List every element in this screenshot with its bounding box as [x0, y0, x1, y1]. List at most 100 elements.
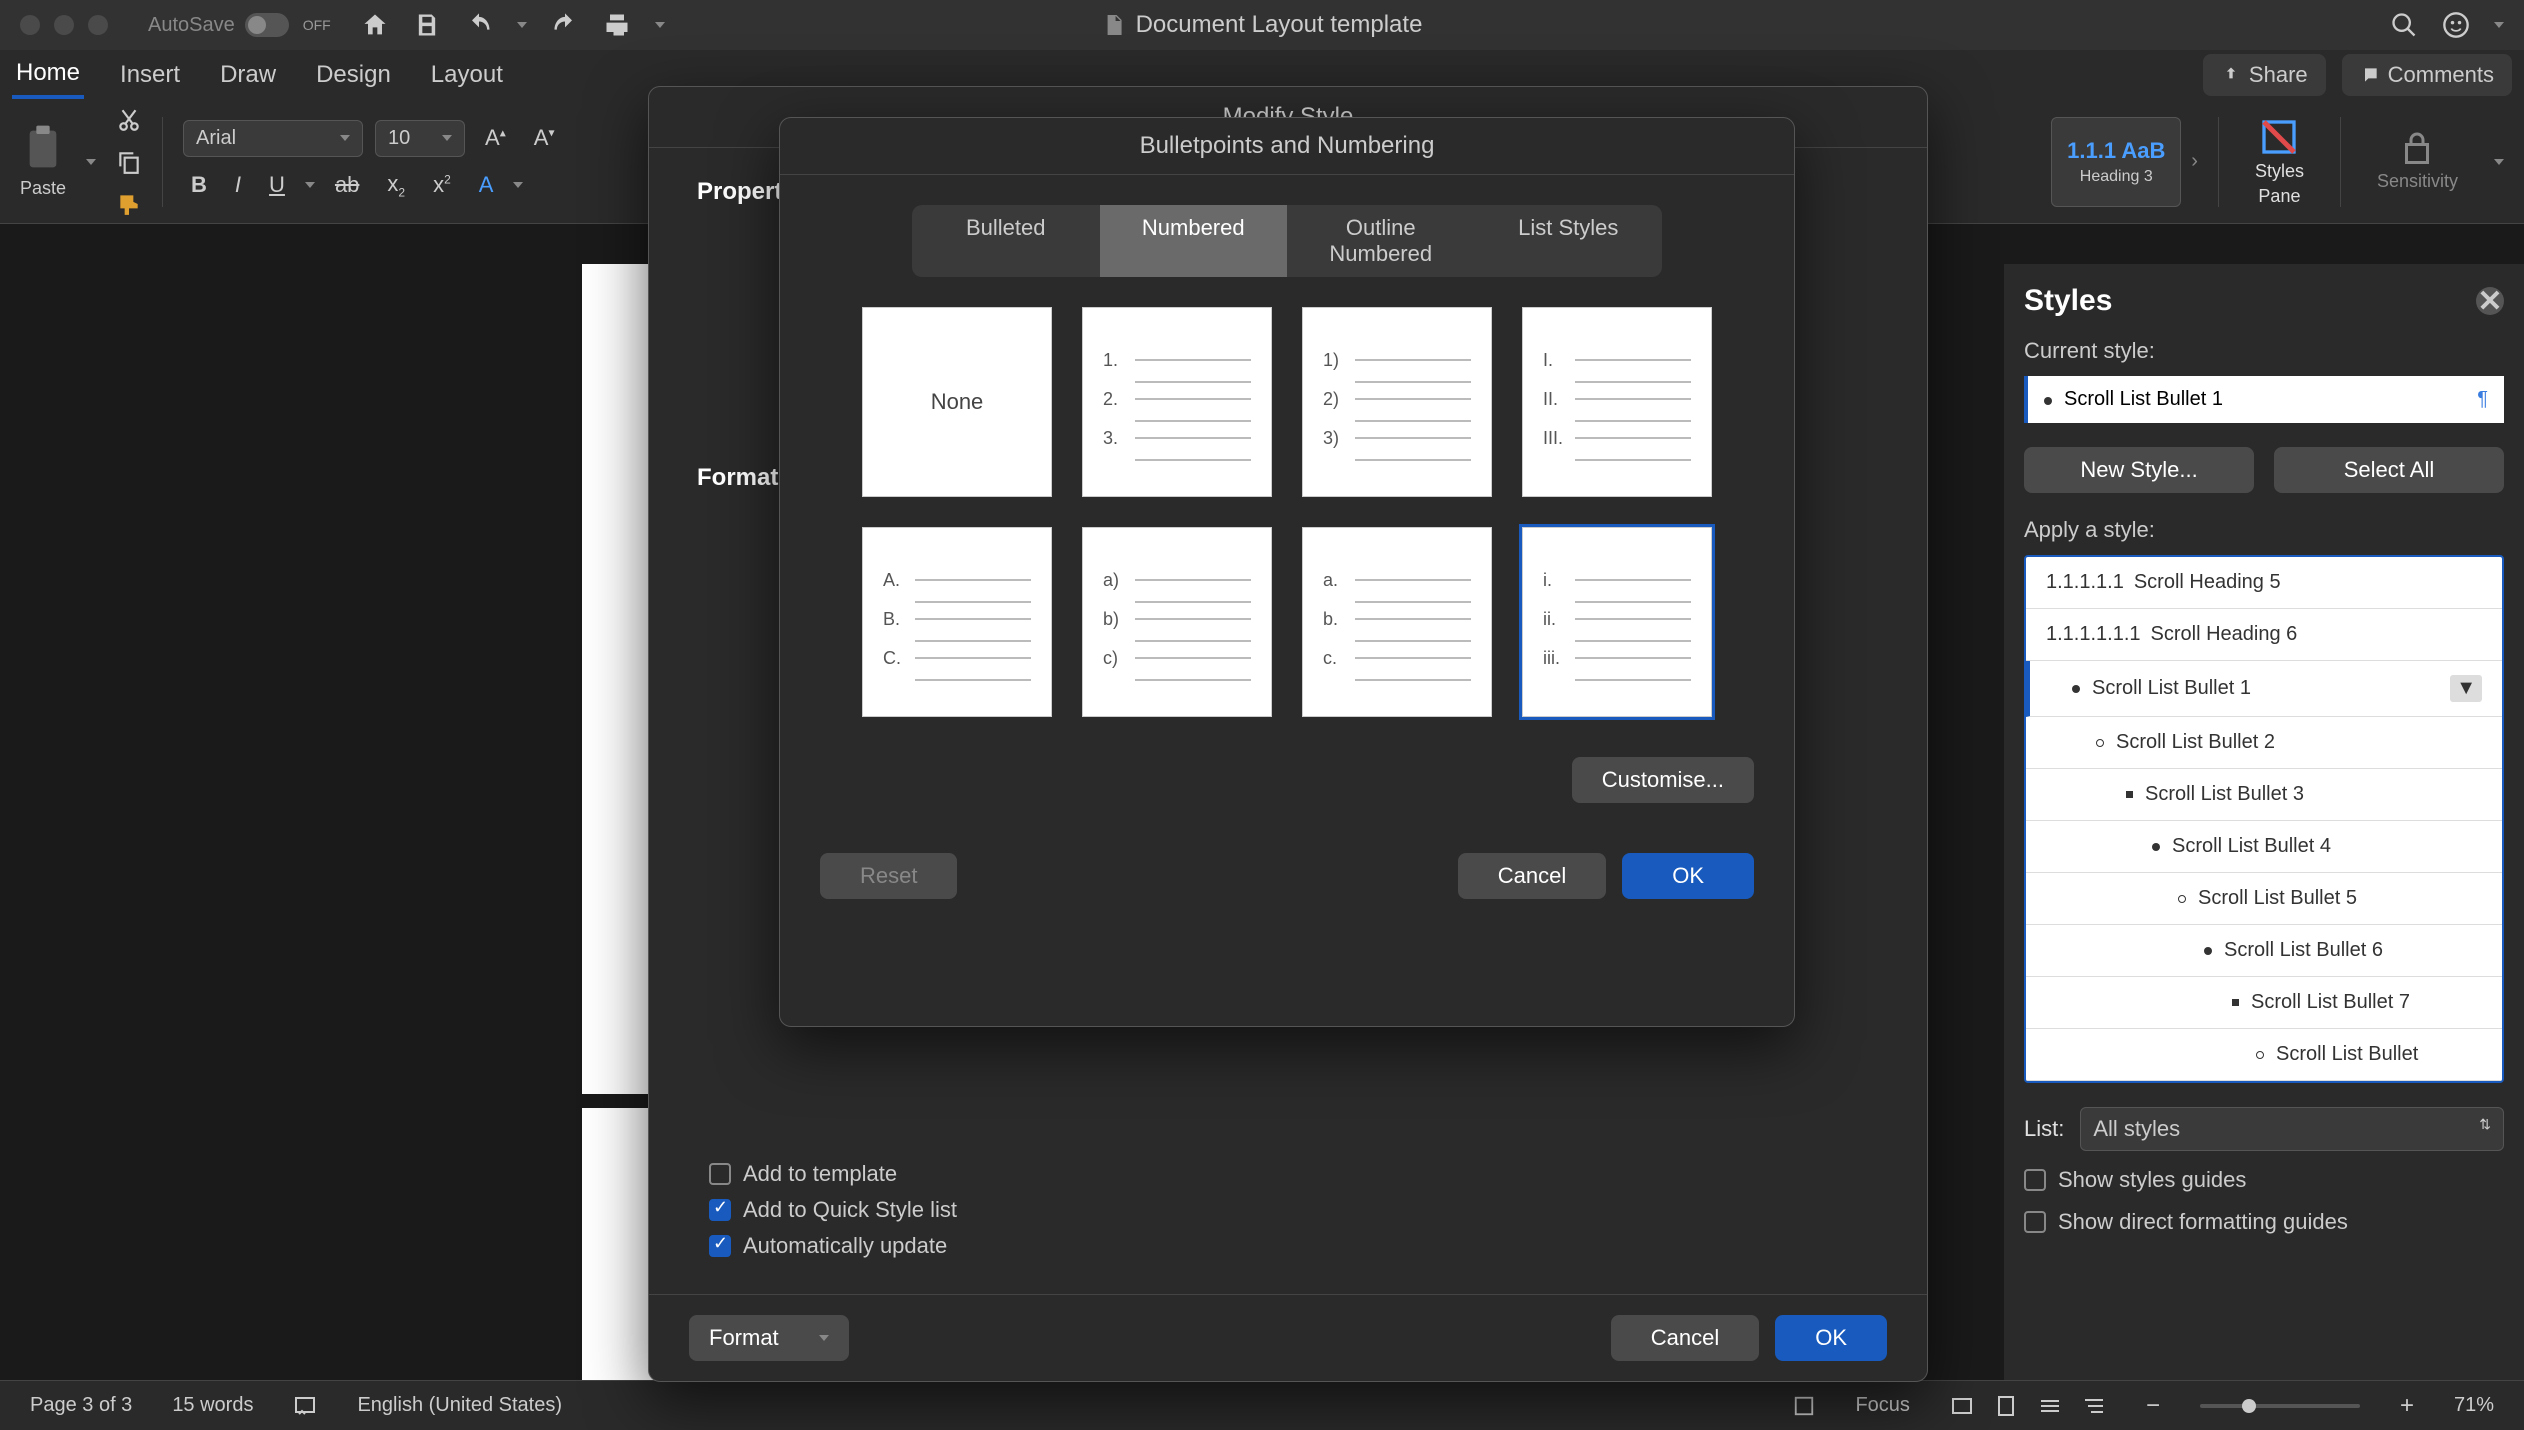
- numbering-option[interactable]: a.b.c.: [1302, 527, 1492, 717]
- account-dropdown-icon[interactable]: [2494, 22, 2504, 28]
- focus-mode-icon[interactable]: [1793, 1395, 1815, 1417]
- paste-dropdown-icon[interactable]: [86, 159, 96, 165]
- minimize-window-icon[interactable]: [54, 15, 74, 35]
- spellcheck-icon[interactable]: [293, 1394, 317, 1418]
- tab-layout[interactable]: Layout: [427, 53, 507, 97]
- style-gallery-item[interactable]: 1.1.1 AaB Heading 3: [2051, 117, 2181, 207]
- style-list[interactable]: 1.1.1.1.1Scroll Heading 51.1.1.1.1.1Scro…: [2024, 555, 2504, 1083]
- share-button[interactable]: Share: [2203, 54, 2326, 96]
- tab-insert[interactable]: Insert: [116, 53, 184, 97]
- focus-label[interactable]: Focus: [1855, 1394, 1909, 1417]
- sensitivity-dropdown-icon[interactable]: [2494, 159, 2504, 165]
- save-icon[interactable]: [413, 11, 441, 39]
- modify-cancel-button[interactable]: Cancel: [1611, 1315, 1759, 1361]
- style-list-item[interactable]: Scroll List Bullet: [2026, 1029, 2502, 1081]
- autosave-toggle[interactable]: AutoSave OFF: [148, 13, 331, 37]
- close-window-icon[interactable]: [20, 15, 40, 35]
- font-family-select[interactable]: Arial: [183, 120, 363, 157]
- underline-button[interactable]: U: [261, 168, 293, 202]
- redo-icon[interactable]: [551, 11, 579, 39]
- numbering-option-none[interactable]: None: [862, 307, 1052, 497]
- web-layout-icon[interactable]: [2038, 1394, 2062, 1418]
- list-filter-select[interactable]: All styles ⇅: [2080, 1107, 2504, 1151]
- toggle-switch[interactable]: [245, 13, 289, 37]
- font-size-select[interactable]: 10: [375, 120, 465, 157]
- numbering-option[interactable]: i.ii.iii.: [1522, 527, 1712, 717]
- style-list-item[interactable]: 1.1.1.1.1.1Scroll Heading 6: [2026, 609, 2502, 661]
- sensitivity-button[interactable]: Sensitivity: [2361, 131, 2474, 192]
- undo-dropdown-icon[interactable]: [517, 22, 527, 28]
- language-indicator[interactable]: English (United States): [357, 1394, 562, 1417]
- zoom-out-button[interactable]: −: [2146, 1392, 2160, 1420]
- increase-font-icon[interactable]: A▴: [477, 121, 514, 155]
- numbering-option[interactable]: I.II.III.: [1522, 307, 1712, 497]
- style-list-item[interactable]: Scroll List Bullet 2: [2026, 717, 2502, 769]
- add-template-check[interactable]: Add to template: [709, 1161, 1867, 1187]
- new-style-button[interactable]: New Style...: [2024, 447, 2254, 493]
- print-layout-icon[interactable]: [1994, 1394, 2018, 1418]
- close-pane-button[interactable]: ✕: [2476, 287, 2504, 315]
- gallery-more-icon[interactable]: ›: [2191, 150, 2198, 173]
- add-quick-check[interactable]: Add to Quick Style list: [709, 1197, 1867, 1223]
- style-list-item[interactable]: Scroll List Bullet 4: [2026, 821, 2502, 873]
- italic-button[interactable]: I: [227, 168, 249, 202]
- numbering-cancel-button[interactable]: Cancel: [1458, 853, 1606, 899]
- tab-bulleted[interactable]: Bulleted: [912, 205, 1100, 277]
- reset-button[interactable]: Reset: [820, 853, 957, 899]
- auto-update-check[interactable]: Automatically update: [709, 1233, 1867, 1259]
- add-quick-label: Add to Quick Style list: [743, 1197, 957, 1223]
- tab-design[interactable]: Design: [312, 53, 395, 97]
- font-color-dropdown-icon[interactable]: [513, 182, 523, 188]
- undo-icon[interactable]: [465, 11, 493, 39]
- strikethrough-button[interactable]: ab: [327, 168, 367, 202]
- cut-icon[interactable]: [116, 107, 142, 133]
- format-dropdown[interactable]: Format: [689, 1315, 849, 1361]
- page-indicator[interactable]: Page 3 of 3: [30, 1394, 132, 1417]
- read-mode-icon[interactable]: [1950, 1394, 1974, 1418]
- tab-list-styles[interactable]: List Styles: [1475, 205, 1663, 277]
- paste-button[interactable]: Paste: [20, 124, 66, 199]
- numbering-ok-button[interactable]: OK: [1622, 853, 1754, 899]
- maximize-window-icon[interactable]: [88, 15, 108, 35]
- select-all-button[interactable]: Select All: [2274, 447, 2504, 493]
- customise-button[interactable]: Customise...: [1572, 757, 1754, 803]
- tab-numbered[interactable]: Numbered: [1100, 205, 1288, 277]
- zoom-slider[interactable]: [2200, 1404, 2360, 1408]
- styles-pane-button[interactable]: Styles Pane: [2239, 117, 2320, 207]
- tab-draw[interactable]: Draw: [216, 53, 280, 97]
- print-icon[interactable]: [603, 11, 631, 39]
- underline-dropdown-icon[interactable]: [305, 182, 315, 188]
- style-list-item[interactable]: 1.1.1.1.1Scroll Heading 5: [2026, 557, 2502, 609]
- numbering-option[interactable]: A.B.C.: [862, 527, 1052, 717]
- subscript-button[interactable]: x2: [379, 167, 413, 203]
- zoom-percent[interactable]: 71%: [2454, 1394, 2494, 1417]
- decrease-font-icon[interactable]: A▾: [526, 121, 563, 155]
- tab-outline-numbered[interactable]: Outline Numbered: [1287, 205, 1475, 277]
- style-list-item[interactable]: Scroll List Bullet 1▼: [2026, 661, 2502, 717]
- outline-view-icon[interactable]: [2082, 1394, 2106, 1418]
- bold-button[interactable]: B: [183, 168, 215, 202]
- modify-ok-button[interactable]: OK: [1775, 1315, 1887, 1361]
- qat-customize-icon[interactable]: [655, 22, 665, 28]
- tab-home[interactable]: Home: [12, 51, 84, 99]
- superscript-button[interactable]: x2: [425, 168, 459, 202]
- show-guides-check[interactable]: Show styles guides: [2024, 1167, 2504, 1193]
- style-list-item[interactable]: Scroll List Bullet 3: [2026, 769, 2502, 821]
- numbering-option[interactable]: 1)2)3): [1302, 307, 1492, 497]
- copy-icon[interactable]: [116, 149, 142, 175]
- numbering-option[interactable]: a)b)c): [1082, 527, 1272, 717]
- style-list-item[interactable]: Scroll List Bullet 7: [2026, 977, 2502, 1029]
- home-icon[interactable]: [361, 11, 389, 39]
- account-icon[interactable]: [2442, 11, 2470, 39]
- font-color-button[interactable]: A: [471, 168, 502, 202]
- zoom-in-button[interactable]: +: [2400, 1392, 2414, 1420]
- numbering-option[interactable]: 1.2.3.: [1082, 307, 1272, 497]
- style-list-item[interactable]: Scroll List Bullet 6: [2026, 925, 2502, 977]
- style-list-item[interactable]: Scroll List Bullet 5: [2026, 873, 2502, 925]
- format-painter-icon[interactable]: [116, 191, 142, 217]
- comments-button[interactable]: Comments: [2342, 54, 2512, 96]
- current-style-box[interactable]: Scroll List Bullet 1 ¶: [2024, 376, 2504, 423]
- word-count[interactable]: 15 words: [172, 1394, 253, 1417]
- search-icon[interactable]: [2390, 11, 2418, 39]
- show-direct-check[interactable]: Show direct formatting guides: [2024, 1209, 2504, 1235]
